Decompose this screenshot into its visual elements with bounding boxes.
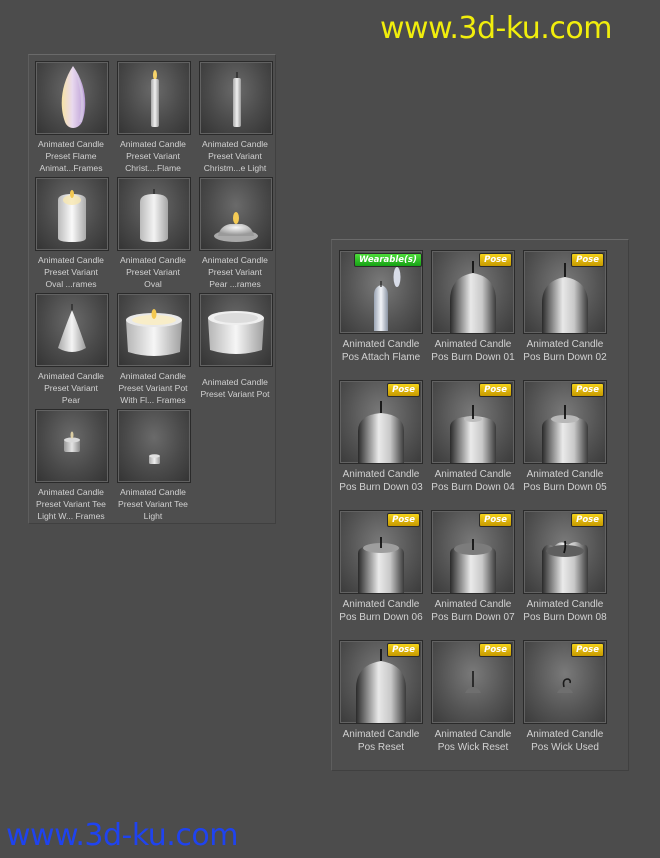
- burn-down-05-icon: Pose: [523, 380, 607, 464]
- pose-label: Animated Candle Pos Attach Flame: [341, 339, 421, 363]
- preset-label: Animated Candle Preset Variant Tee Light: [118, 487, 188, 521]
- pose-badge: Pose: [571, 383, 604, 397]
- preset-tile[interactable]: Animated Candle Preset Variant Pear: [31, 289, 111, 405]
- pose-tile[interactable]: Pose Animated Candle Pos Burn Down 01: [427, 246, 519, 376]
- preset-tile[interactable]: Animated Candle Preset Variant Oval: [113, 173, 193, 289]
- burn-down-03-icon: Pose: [339, 380, 423, 464]
- pose-tile[interactable]: Pose Animated Candle Pos Burn Down 03: [335, 376, 427, 506]
- preset-tile[interactable]: Animated Candle Preset Variant Christm...e…: [195, 57, 275, 173]
- pose-badge: Pose: [387, 643, 420, 657]
- tealight-icon: [117, 409, 191, 483]
- pear-candle-icon: [35, 293, 109, 367]
- preset-content-panel: Animated Candle Preset Flame Animat...Fram…: [28, 54, 276, 524]
- oval-candle-flame-icon: [35, 177, 109, 251]
- pose-content-panel: Wearable(s) Animated Candle Pos Attach Fl…: [331, 239, 629, 771]
- reset-icon: Pose: [339, 640, 423, 724]
- pose-label: Animated Candle Pos Burn Down 03: [339, 469, 423, 493]
- preset-label: Animated Candle Preset Variant Oval ...ram…: [38, 255, 104, 289]
- wick-reset-icon: Pose: [431, 640, 515, 724]
- burn-down-06-icon: Pose: [339, 510, 423, 594]
- pot-candle-flame-icon: [117, 293, 191, 367]
- preset-tile[interactable]: Animated Candle Preset Variant Christ....F…: [113, 57, 193, 173]
- pose-label: Animated Candle Pos Burn Down 05: [523, 469, 607, 493]
- preset-label: Animated Candle Preset Variant Pot: [200, 377, 270, 399]
- wearable-badge: Wearable(s): [354, 253, 422, 267]
- pear-candle-flame-icon: [199, 177, 273, 251]
- pose-tile[interactable]: Pose Animated Candle Pos Burn Down 08: [519, 506, 611, 636]
- pose-badge: Pose: [479, 383, 512, 397]
- preset-tile[interactable]: Animated Candle Preset Variant Pear ...ram…: [195, 173, 275, 289]
- thin-candle-flame-icon: [117, 61, 191, 135]
- preset-tile[interactable]: Animated Candle Preset Variant Tee Light: [113, 405, 193, 521]
- preset-label: Animated Candle Preset Variant Christ....F…: [120, 139, 186, 173]
- burn-down-08-icon: Pose: [523, 510, 607, 594]
- pose-label: Animated Candle Pos Burn Down 06: [339, 599, 423, 623]
- preset-tile[interactable]: Animated Candle Preset Variant Pot: [195, 289, 275, 405]
- pose-badge: Pose: [571, 643, 604, 657]
- burn-down-07-icon: Pose: [431, 510, 515, 594]
- pose-tile[interactable]: Pose Animated Candle Pos Wick Used: [519, 636, 611, 766]
- preset-label: Animated Candle Preset Flame Animat...Fram…: [38, 139, 104, 173]
- watermark-top: www.3d-ku.com: [380, 11, 612, 46]
- preset-tile[interactable]: Animated Candle Preset Variant Tee Light W…: [31, 405, 111, 521]
- pose-badge: Pose: [387, 513, 420, 527]
- burn-down-04-icon: Pose: [431, 380, 515, 464]
- pose-label: Animated Candle Pos Burn Down 02: [523, 339, 607, 363]
- pose-tile[interactable]: Pose Animated Candle Pos Burn Down 04: [427, 376, 519, 506]
- pose-tile[interactable]: Pose Animated Candle Pos Burn Down 05: [519, 376, 611, 506]
- pot-candle-icon: [199, 293, 273, 367]
- burn-down-01-icon: Pose: [431, 250, 515, 334]
- pose-tile[interactable]: Pose Animated Candle Pos Reset: [335, 636, 427, 766]
- oval-candle-icon: [117, 177, 191, 251]
- pose-badge: Pose: [571, 253, 604, 267]
- preset-tile[interactable]: Animated Candle Preset Flame Animat...Fram…: [31, 57, 111, 173]
- tealight-flame-icon: [35, 409, 109, 483]
- pose-tile[interactable]: Pose Animated Candle Pos Burn Down 02: [519, 246, 611, 376]
- preset-label: Animated Candle Preset Variant Pear: [38, 371, 104, 405]
- preset-tile[interactable]: Animated Candle Preset Variant Pot With Fl…: [113, 289, 193, 405]
- pose-badge: Pose: [479, 253, 512, 267]
- pose-tile[interactable]: Pose Animated Candle Pos Burn Down 06: [335, 506, 427, 636]
- preset-label: Animated Candle Preset Variant Pear ...ram…: [202, 255, 268, 289]
- pose-badge: Pose: [479, 643, 512, 657]
- pose-label: Animated Candle Pos Burn Down 07: [431, 599, 515, 623]
- pose-label: Animated Candle Pos Wick Used: [526, 729, 604, 753]
- pose-badge: Pose: [387, 383, 420, 397]
- pose-label: Animated Candle Pos Reset: [342, 729, 420, 753]
- pose-badge: Pose: [479, 513, 512, 527]
- preset-label: Animated Candle Preset Variant Oval: [120, 255, 186, 289]
- wick-used-icon: Pose: [523, 640, 607, 724]
- preset-tile[interactable]: Animated Candle Preset Variant Oval ...ram…: [31, 173, 111, 289]
- attach-flame-icon: Wearable(s): [339, 250, 423, 334]
- preset-label: Animated Candle Preset Variant Pot With Fl…: [118, 371, 188, 405]
- preset-label: Animated Candle Preset Variant Tee Light W…: [36, 487, 106, 521]
- pose-tile[interactable]: Pose Animated Candle Pos Burn Down 07: [427, 506, 519, 636]
- pose-badge: Pose: [571, 513, 604, 527]
- pose-tile[interactable]: Wearable(s) Animated Candle Pos Attach Fl…: [335, 246, 427, 376]
- pose-label: Animated Candle Pos Burn Down 08: [523, 599, 607, 623]
- preset-label: Animated Candle Preset Variant Christm...e…: [202, 139, 268, 173]
- burn-down-02-icon: Pose: [523, 250, 607, 334]
- pose-label: Animated Candle Pos Burn Down 04: [431, 469, 515, 493]
- pose-label: Animated Candle Pos Burn Down 01: [431, 339, 515, 363]
- watermark-bottom: www.3d-ku.com: [6, 818, 238, 853]
- pose-label: Animated Candle Pos Wick Reset: [434, 729, 512, 753]
- pose-tile[interactable]: Pose Animated Candle Pos Wick Reset: [427, 636, 519, 766]
- thin-candle-icon: [199, 61, 273, 135]
- flame-icon: [35, 61, 109, 135]
